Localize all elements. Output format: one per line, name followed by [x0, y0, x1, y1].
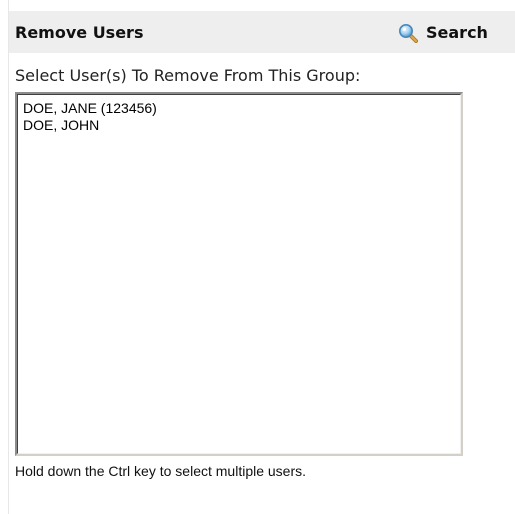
multi-select-hint: Hold down the Ctrl key to select multipl… — [15, 463, 307, 479]
user-options: DOE, JANE (123456) DOE, JOHN — [19, 100, 157, 134]
search-label: Search — [426, 23, 488, 42]
panel-header: Remove Users Search — [9, 11, 515, 53]
users-listbox[interactable]: DOE, JANE (123456) DOE, JOHN — [15, 92, 463, 456]
listbox-inner-border — [17, 94, 461, 454]
magnifier-icon — [398, 23, 418, 43]
panel-left-border — [8, 0, 9, 514]
select-users-prompt: Select User(s) To Remove From This Group… — [15, 66, 361, 85]
user-option[interactable]: DOE, JOHN — [19, 117, 157, 134]
panel-title: Remove Users — [15, 23, 144, 42]
remove-users-panel: Remove Users Search Select User(s) To Re… — [0, 0, 515, 514]
search-link[interactable]: Search — [398, 22, 488, 44]
user-option[interactable]: DOE, JANE (123456) — [19, 100, 157, 117]
